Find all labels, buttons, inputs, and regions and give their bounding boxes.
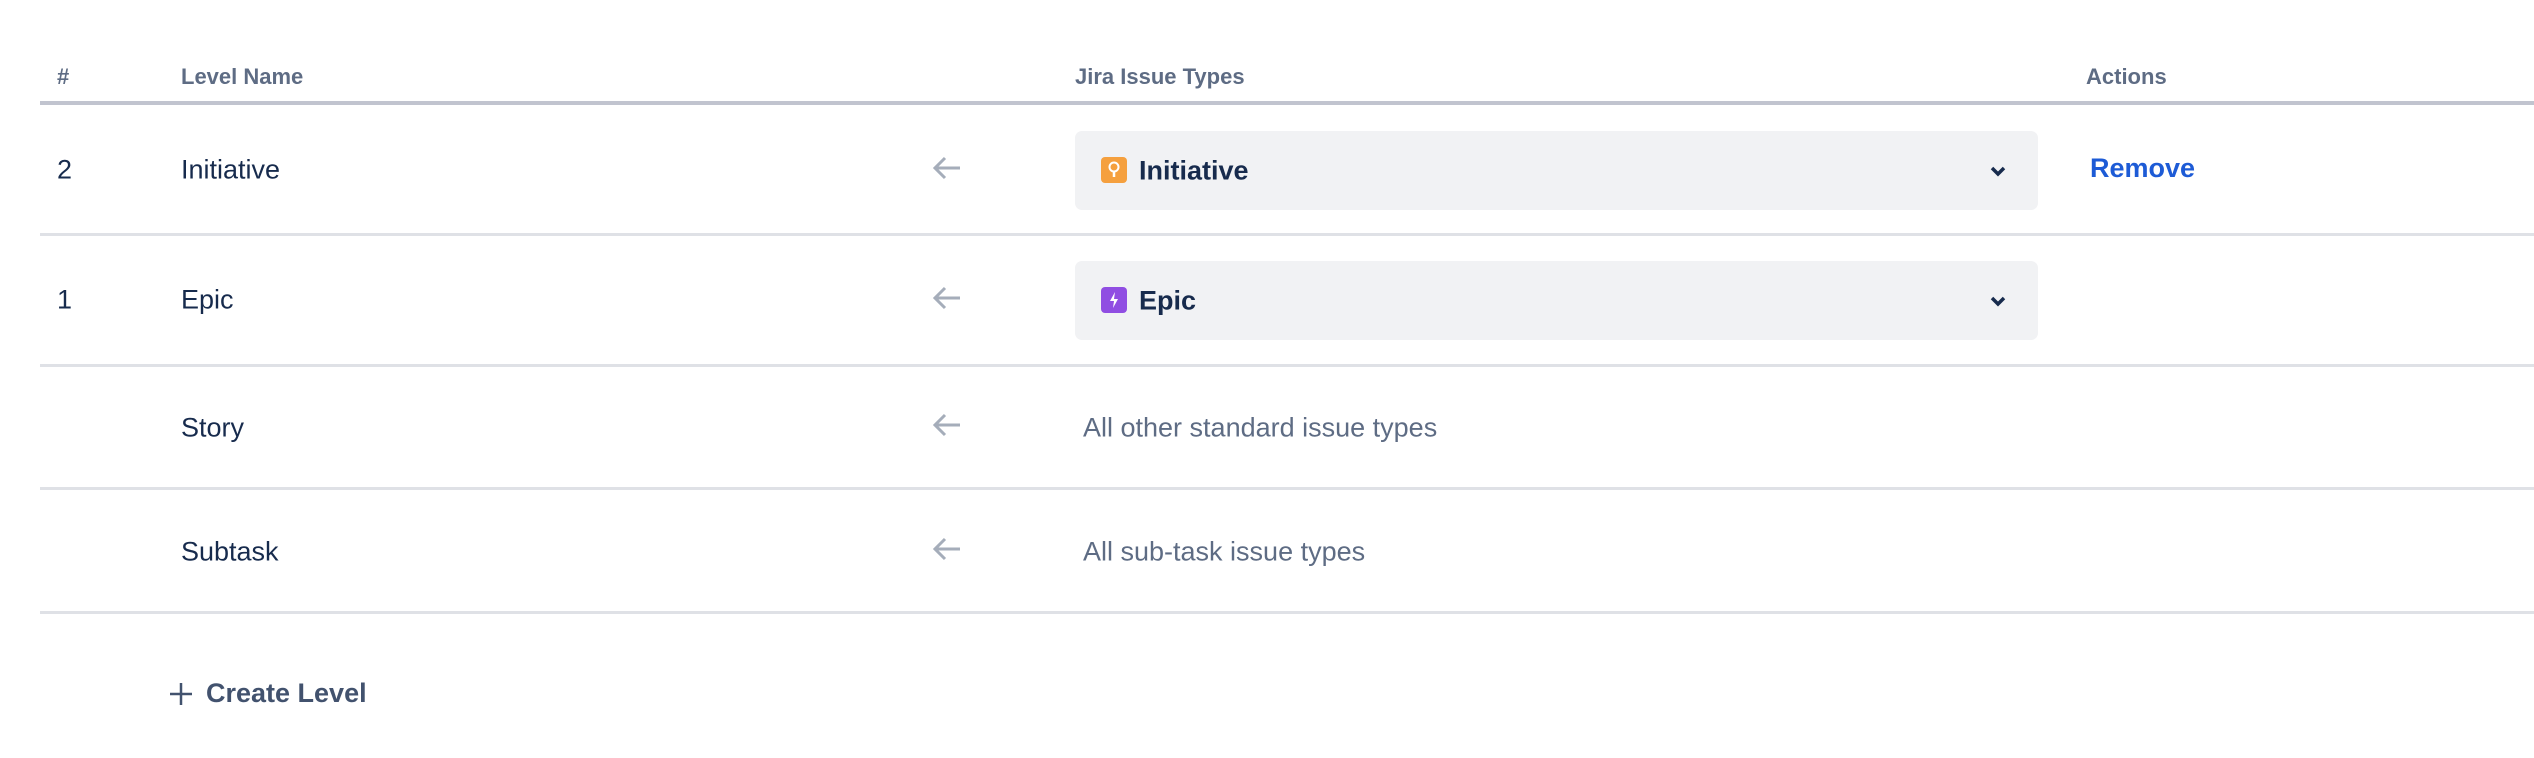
issue-type-select[interactable]: Epic	[1075, 261, 2038, 340]
arrow-left-icon	[932, 286, 960, 310]
issue-type-select[interactable]: Initiative	[1075, 131, 2038, 210]
chevron-down-icon	[1990, 166, 2006, 176]
remove-button[interactable]: Remove	[2090, 153, 2195, 184]
create-level-button[interactable]: Create Level	[168, 678, 367, 709]
level-name: Epic	[181, 284, 234, 315]
row-divider	[40, 364, 2534, 367]
arrow-left-icon	[932, 413, 960, 437]
arrow-left-icon	[932, 537, 960, 561]
issue-type-description: All other standard issue types	[1083, 412, 1438, 443]
level-name: Story	[181, 412, 245, 443]
issue-type-value: Epic	[1139, 285, 1197, 315]
level-name: Initiative	[181, 154, 281, 185]
lightning-icon	[1101, 287, 1127, 313]
header-number: #	[57, 64, 70, 89]
lightbulb-icon	[1101, 157, 1127, 183]
header-divider	[40, 101, 2534, 105]
plus-icon	[170, 682, 192, 705]
issue-type-value: Initiative	[1139, 155, 1249, 185]
level-number: 2	[57, 154, 73, 185]
header-level-name: Level Name	[181, 64, 304, 89]
level-number: 1	[57, 284, 73, 315]
issue-type-description: All sub-task issue types	[1083, 536, 1366, 567]
row-divider	[40, 233, 2534, 236]
header-jira-issue-types: Jira Issue Types	[1075, 64, 1245, 89]
chevron-down-icon	[1990, 296, 2006, 306]
row-divider	[40, 611, 2534, 614]
row-divider	[40, 487, 2534, 490]
level-name: Subtask	[181, 536, 279, 567]
header-actions: Actions	[2086, 64, 2167, 89]
arrow-left-icon	[932, 156, 960, 180]
create-level-label: Create Level	[206, 678, 367, 708]
